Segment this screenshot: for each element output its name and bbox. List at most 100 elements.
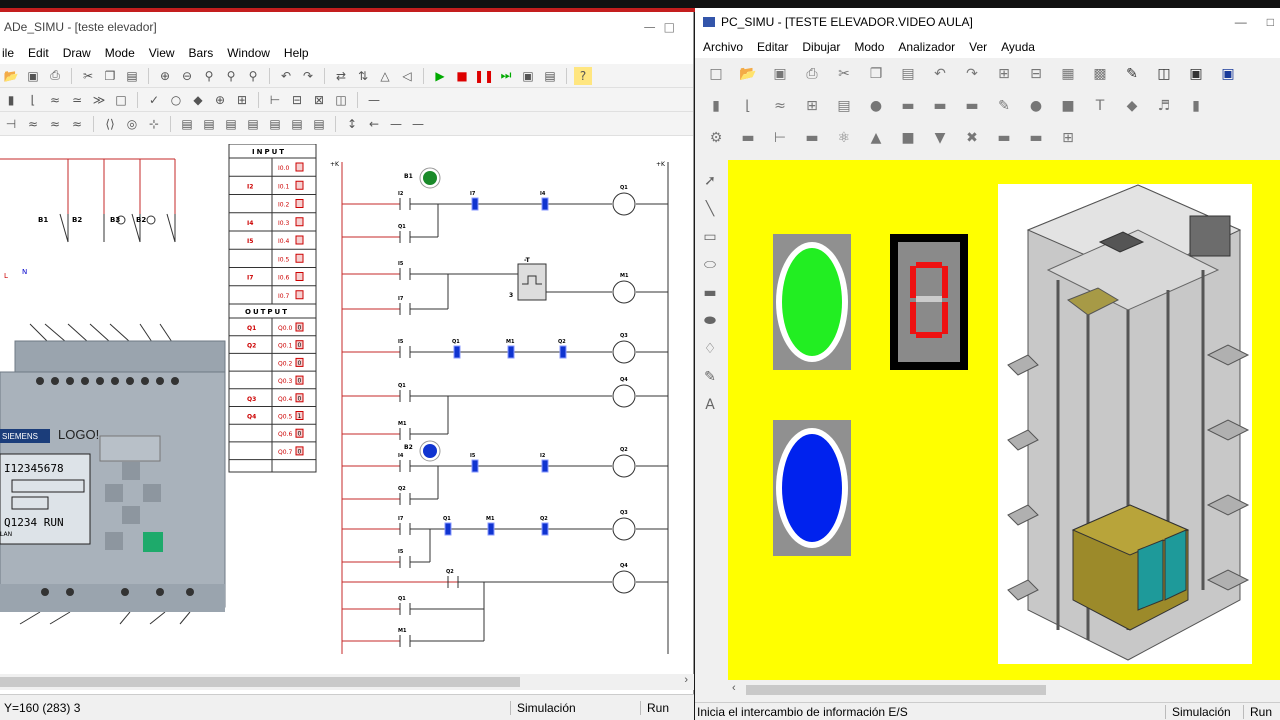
- wire-tool-1-icon[interactable]: ⊣: [2, 115, 20, 133]
- scroll-right-icon[interactable]: ›: [684, 674, 688, 686]
- input-state-box[interactable]: [295, 235, 304, 245]
- actuator-8-icon[interactable]: ▼: [929, 127, 951, 149]
- actuator-11-icon[interactable]: ▬: [1025, 127, 1047, 149]
- actuator-10-icon[interactable]: ▬: [993, 127, 1015, 149]
- actuator-3-icon[interactable]: ⊢: [769, 127, 791, 149]
- menu-help[interactable]: Help: [284, 46, 309, 60]
- arrow-tool-3-icon[interactable]: —: [387, 115, 405, 133]
- arrow-tool-4-icon[interactable]: —: [409, 115, 427, 133]
- print-icon[interactable]: ⎙: [46, 67, 64, 85]
- component-3-icon[interactable]: ≈: [769, 95, 791, 117]
- wire-tool-5-icon[interactable]: ⟨⟩: [101, 115, 119, 133]
- menu-ver[interactable]: Ver: [969, 40, 987, 54]
- maximize-icon[interactable]: □: [664, 20, 675, 34]
- wire-tool-4-icon[interactable]: ≈: [68, 115, 86, 133]
- left-scroll-thumb[interactable]: [0, 677, 520, 687]
- wire-tool-7-icon[interactable]: ⊹: [145, 115, 163, 133]
- menu-modo[interactable]: Modo: [854, 40, 884, 54]
- window-icon[interactable]: ▣: [519, 67, 537, 85]
- redo-tool-icon[interactable]: ↷: [961, 63, 983, 85]
- contact-tool-2-icon[interactable]: ⌊: [24, 91, 42, 109]
- component-12-icon[interactable]: ■: [1057, 95, 1079, 117]
- block-tool-5-icon[interactable]: ▤: [266, 115, 284, 133]
- menu-window[interactable]: Window: [227, 46, 270, 60]
- component-11-icon[interactable]: ●: [1025, 95, 1047, 117]
- wire-tool-2-icon[interactable]: ≈: [24, 115, 42, 133]
- contact-tool-10-icon[interactable]: ⊕: [211, 91, 229, 109]
- component-7-icon[interactable]: ▬: [897, 95, 919, 117]
- mirror-icon[interactable]: ⇅: [354, 67, 372, 85]
- zoom-all-icon[interactable]: ⚲: [244, 67, 262, 85]
- component-10-icon[interactable]: ✎: [993, 95, 1015, 117]
- menu-file[interactable]: ile: [2, 46, 14, 60]
- wire-tool-3-icon[interactable]: ≈: [46, 115, 64, 133]
- help-icon[interactable]: ?: [574, 66, 592, 85]
- right-scroll-thumb[interactable]: [746, 685, 1046, 695]
- save-file-icon[interactable]: ▣: [769, 63, 791, 85]
- text-tool-icon[interactable]: T: [1089, 95, 1111, 117]
- component-9-icon[interactable]: ▬: [961, 95, 983, 117]
- rectangle-icon[interactable]: ▭: [701, 228, 719, 246]
- actuator-7-icon[interactable]: ■: [897, 127, 919, 149]
- pause-icon[interactable]: ❚❚: [474, 67, 494, 85]
- group-icon[interactable]: ⊞: [993, 63, 1015, 85]
- contact-tool-12-icon[interactable]: ⊢: [266, 91, 284, 109]
- text-icon[interactable]: A: [701, 396, 719, 414]
- menu-analizador[interactable]: Analizador: [898, 40, 955, 54]
- line-tool-icon[interactable]: —: [365, 91, 383, 109]
- zoom-window-icon[interactable]: ⚲: [222, 67, 240, 85]
- copy-icon[interactable]: ❐: [101, 67, 119, 85]
- contact-tool-15-icon[interactable]: ◫: [332, 91, 350, 109]
- component-2-icon[interactable]: ⌊: [737, 95, 759, 117]
- wire-tool-6-icon[interactable]: ◎: [123, 115, 141, 133]
- contact-tool-7-icon[interactable]: ✓: [145, 91, 163, 109]
- scroll-left-icon[interactable]: ‹: [732, 682, 736, 694]
- menu-view[interactable]: View: [149, 46, 175, 60]
- contact-tool-8-icon[interactable]: ○: [167, 91, 185, 109]
- contact-tool-11-icon[interactable]: ⊞: [233, 91, 251, 109]
- paste-icon[interactable]: ▤: [123, 67, 141, 85]
- contact-tool-4-icon[interactable]: ≃: [68, 91, 86, 109]
- filled-ellipse-icon[interactable]: ⬬: [701, 312, 719, 330]
- speaker-icon[interactable]: ♬: [1153, 95, 1175, 117]
- component-14-icon[interactable]: ▮: [1185, 95, 1207, 117]
- input-state-box[interactable]: [295, 290, 304, 300]
- timer-block[interactable]: [517, 263, 547, 301]
- paste-tool-icon[interactable]: ▤: [897, 63, 919, 85]
- menu-bars[interactable]: Bars: [189, 46, 214, 60]
- input-state-box[interactable]: [295, 199, 304, 208]
- menu-dibujar[interactable]: Dibujar: [802, 40, 840, 54]
- zoom-icon[interactable]: ⚲: [200, 67, 218, 85]
- component-1-icon[interactable]: ▮: [705, 95, 727, 117]
- block-tool-7-icon[interactable]: ▤: [310, 115, 328, 133]
- new-icon[interactable]: □: [705, 63, 727, 85]
- monitor-icon[interactable]: ◫: [1153, 63, 1175, 85]
- fill-icon[interactable]: ♢: [701, 340, 719, 358]
- pencil-icon[interactable]: ✎: [1121, 63, 1143, 85]
- play-icon[interactable]: ▶: [431, 67, 449, 85]
- arrow-tool-2-icon[interactable]: ←: [365, 115, 383, 133]
- copy-tool-icon[interactable]: ❐: [865, 63, 887, 85]
- actuator-9-icon[interactable]: ✖: [961, 127, 983, 149]
- redo-icon[interactable]: ↷: [299, 67, 317, 85]
- input-state-box[interactable]: [295, 272, 304, 281]
- line-icon[interactable]: ╲: [701, 200, 719, 218]
- right-minimize-icon[interactable]: —: [1235, 15, 1247, 29]
- component-5-icon[interactable]: ▤: [833, 95, 855, 117]
- ladder-canvas[interactable]: B1 B2 B3 B2 L N SIEMENS LOGO! I12345678 …: [0, 144, 680, 674]
- actuator-4-icon[interactable]: ▬: [801, 127, 823, 149]
- actuator-6-icon[interactable]: ▲: [865, 127, 887, 149]
- block-tool-1-icon[interactable]: ▤: [178, 115, 196, 133]
- input-state-box[interactable]: [295, 180, 304, 190]
- arrow-tool-1-icon[interactable]: ↕: [343, 115, 361, 133]
- io-icon[interactable]: ▣: [1217, 63, 1239, 85]
- cut-icon[interactable]: ✂: [79, 67, 97, 85]
- menu-mode[interactable]: Mode: [105, 46, 135, 60]
- contact-tool-14-icon[interactable]: ⊠: [310, 91, 328, 109]
- component-4-icon[interactable]: ⊞: [801, 95, 823, 117]
- b1-lamp[interactable]: [423, 171, 437, 185]
- menu-ayuda[interactable]: Ayuda: [1001, 40, 1035, 54]
- rotate-icon[interactable]: ◁: [398, 67, 416, 85]
- zoom-in-icon[interactable]: ⊕: [156, 67, 174, 85]
- left-horizontal-scrollbar[interactable]: ›: [0, 674, 694, 690]
